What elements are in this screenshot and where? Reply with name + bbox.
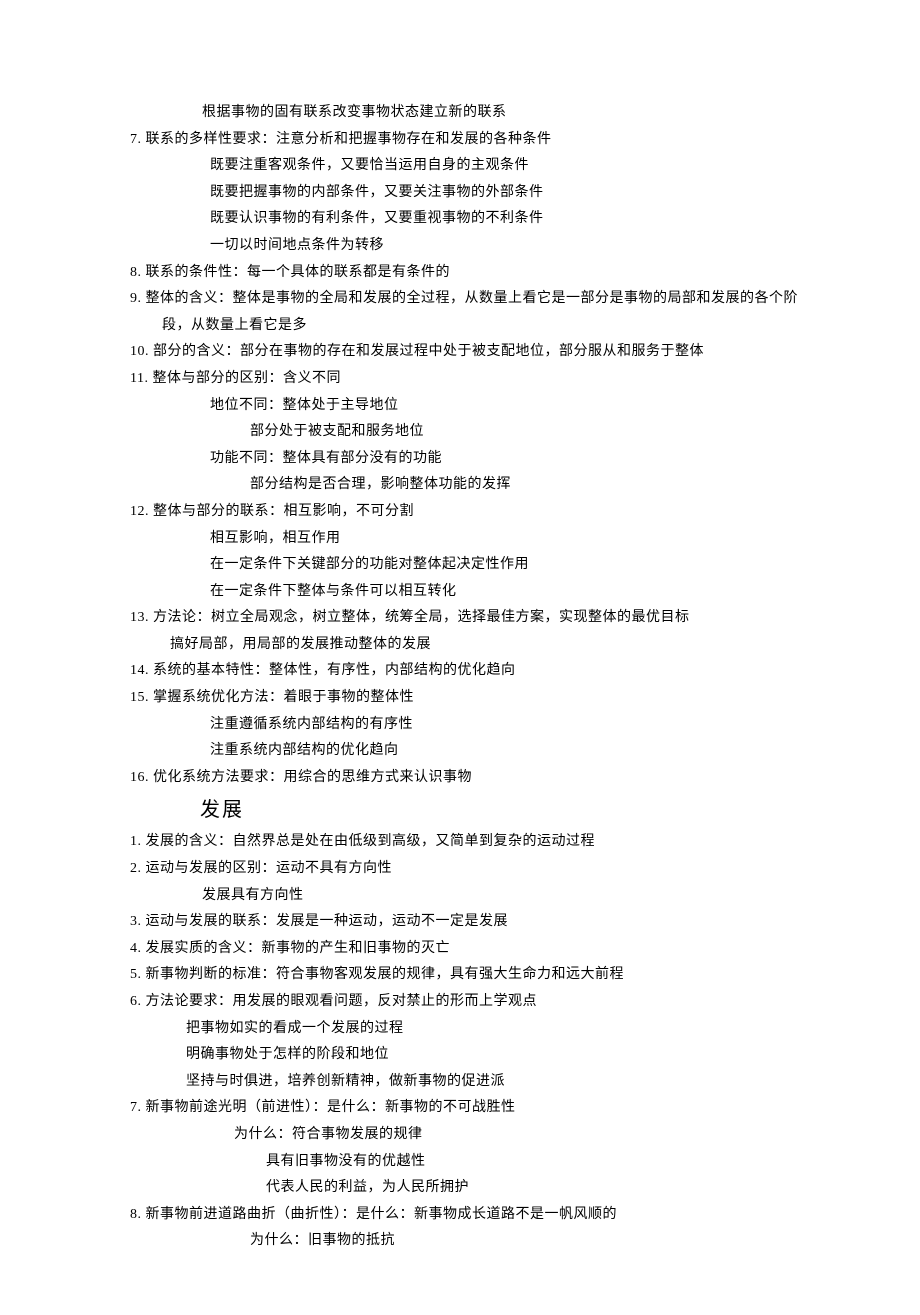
text-line: 4. 发展实质的含义：新事物的产生和旧事物的灭亡 — [130, 936, 810, 963]
text-line: 明确事物处于怎样的阶段和地位 — [130, 1042, 810, 1069]
text-line: 把事物如实的看成一个发展的过程 — [130, 1016, 810, 1043]
text-line: 部分结构是否合理，影响整体功能的发挥 — [130, 472, 810, 499]
document-page: 根据事物的固有联系改变事物状态建立新的联系7. 联系的多样性要求：注意分析和把握… — [0, 0, 920, 1315]
text-line: 7. 新事物前途光明（前进性）：是什么：新事物的不可战胜性 — [130, 1095, 810, 1122]
text-line: 为什么：旧事物的抵抗 — [130, 1228, 810, 1255]
text-line: 既要把握事物的内部条件，又要关注事物的外部条件 — [130, 180, 810, 207]
section-heading: 发展 — [130, 791, 810, 829]
text-line: 发展具有方向性 — [130, 883, 810, 910]
text-line: 14. 系统的基本特性：整体性，有序性，内部结构的优化趋向 — [130, 658, 810, 685]
text-line: 16. 优化系统方法要求：用综合的思维方式来认识事物 — [130, 765, 810, 792]
text-line: 5. 新事物判断的标准：符合事物客观发展的规律，具有强大生命力和远大前程 — [130, 962, 810, 989]
text-line: 段，从数量上看它是多 — [130, 313, 810, 340]
text-line: 注重系统内部结构的优化趋向 — [130, 738, 810, 765]
text-line: 8. 联系的条件性：每一个具体的联系都是有条件的 — [130, 260, 810, 287]
text-line: 注重遵循系统内部结构的有序性 — [130, 712, 810, 739]
text-line: 1. 发展的含义：自然界总是处在由低级到高级，又简单到复杂的运动过程 — [130, 829, 810, 856]
text-line: 一切以时间地点条件为转移 — [130, 233, 810, 260]
text-line: 部分处于被支配和服务地位 — [130, 419, 810, 446]
text-line: 7. 联系的多样性要求：注意分析和把握事物存在和发展的各种条件 — [130, 127, 810, 154]
text-line: 3. 运动与发展的联系：发展是一种运动，运动不一定是发展 — [130, 909, 810, 936]
text-line: 15. 掌握系统优化方法：着眼于事物的整体性 — [130, 685, 810, 712]
text-line: 在一定条件下整体与条件可以相互转化 — [130, 579, 810, 606]
text-line: 2. 运动与发展的区别：运动不具有方向性 — [130, 856, 810, 883]
text-line: 12. 整体与部分的联系：相互影响，不可分割 — [130, 499, 810, 526]
text-line: 8. 新事物前进道路曲折（曲折性）：是什么：新事物成长道路不是一帆风顺的 — [130, 1202, 810, 1229]
text-line: 地位不同：整体处于主导地位 — [130, 393, 810, 420]
text-line: 相互影响，相互作用 — [130, 526, 810, 553]
text-line: 搞好局部，用局部的发展推动整体的发展 — [130, 632, 810, 659]
text-line: 功能不同：整体具有部分没有的功能 — [130, 446, 810, 473]
text-line: 既要注重客观条件，又要恰当运用自身的主观条件 — [130, 153, 810, 180]
text-line: 11. 整体与部分的区别：含义不同 — [130, 366, 810, 393]
text-line: 根据事物的固有联系改变事物状态建立新的联系 — [130, 100, 810, 127]
text-line: 坚持与时俱进，培养创新精神，做新事物的促进派 — [130, 1069, 810, 1096]
text-line: 在一定条件下关键部分的功能对整体起决定性作用 — [130, 552, 810, 579]
text-line: 9. 整体的含义：整体是事物的全局和发展的全过程，从数量上看它是一部分是事物的局… — [130, 286, 810, 313]
text-line: 既要认识事物的有利条件，又要重视事物的不利条件 — [130, 206, 810, 233]
text-line: 6. 方法论要求：用发展的眼观看问题，反对禁止的形而上学观点 — [130, 989, 810, 1016]
text-line: 代表人民的利益，为人民所拥护 — [130, 1175, 810, 1202]
text-line: 为什么：符合事物发展的规律 — [130, 1122, 810, 1149]
text-line: 具有旧事物没有的优越性 — [130, 1149, 810, 1176]
text-line: 10. 部分的含义：部分在事物的存在和发展过程中处于被支配地位，部分服从和服务于… — [130, 339, 810, 366]
text-line: 13. 方法论：树立全局观念，树立整体，统筹全局，选择最佳方案，实现整体的最优目… — [130, 605, 810, 632]
